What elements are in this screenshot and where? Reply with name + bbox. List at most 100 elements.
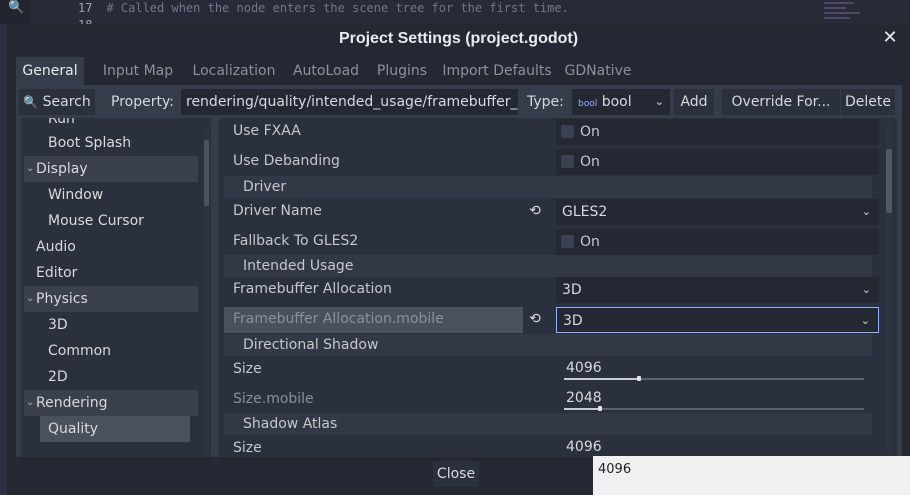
add-button[interactable]: Add [674, 89, 714, 115]
override-for-button[interactable]: Override For... [722, 89, 840, 115]
chevron-down-icon[interactable]: ⌄ [26, 286, 34, 312]
use-fxaa-checkbox[interactable]: On [556, 119, 879, 145]
property-label: Property: [111, 94, 174, 110]
tree-item-mouse-cursor[interactable]: Mouse Cursor [21, 208, 199, 234]
property-row-size-mobile: Size.mobile 2048 [224, 386, 872, 414]
search-button[interactable]: 🔍 Search [19, 89, 95, 115]
fallback-gles2-checkbox[interactable]: On [556, 229, 879, 255]
tree-item-audio[interactable]: Audio [21, 234, 199, 260]
tree-item-display[interactable]: ⌄ Display [24, 156, 198, 182]
code-comment: # Called when the node enters the scene … [106, 1, 569, 15]
type-label: Type: [527, 94, 564, 110]
select-value: GLES2 [562, 204, 608, 220]
property-row-framebuffer-allocation-mobile: Framebuffer Allocation.mobile ⟲ 3D ⌄ [224, 306, 879, 334]
property-toolbar: 🔍 Search Property: rendering/quality/int… [16, 85, 902, 118]
tree-item-3d[interactable]: 3D [21, 312, 199, 338]
atlas-size-slider[interactable]: 4096 [556, 436, 879, 457]
tooltip-text: 4096 [598, 462, 632, 477]
bool-type-icon: bool [578, 99, 598, 109]
property-name: Use Debanding [233, 153, 340, 169]
driver-name-select[interactable]: GLES2 ⌄ [556, 199, 879, 225]
slider-track[interactable] [564, 408, 864, 410]
project-settings-dialog: Project Settings (project.godot) ✕ Gener… [7, 24, 910, 495]
inspector-scrollbar-thumb[interactable] [886, 149, 892, 213]
property-row-fallback-gles2: Fallback To GLES2 On [224, 228, 879, 256]
tree-item-label: Boot Splash [48, 135, 132, 151]
chevron-down-icon: ⌄ [654, 95, 664, 108]
tab-gdnative[interactable]: GDNative [560, 57, 636, 85]
tree-item-editor[interactable]: Editor [21, 260, 199, 286]
property-name: Size [233, 361, 262, 377]
tree-item-physics[interactable]: ⌄ Physics [24, 286, 198, 312]
size-mobile-slider[interactable]: 2048 [556, 387, 879, 413]
checkbox-box[interactable] [561, 235, 574, 248]
use-debanding-checkbox[interactable]: On [556, 149, 879, 175]
tree-item-common[interactable]: Common [21, 338, 199, 364]
tree-scrollbar[interactable] [204, 128, 209, 453]
settings-section-tree: Run Boot Splash ⌄ Display Window Mouse Cu… [21, 118, 211, 457]
tree-item-label: Display [36, 161, 88, 177]
chevron-down-icon[interactable]: ⌄ [26, 390, 34, 416]
section-driver[interactable]: Driver [224, 176, 872, 198]
tree-item-label: Mouse Cursor [48, 213, 144, 229]
checkbox-label: On [580, 154, 600, 170]
size-slider[interactable]: 4096 [556, 357, 879, 383]
dialog-title: Project Settings (project.godot) [338, 30, 579, 47]
close-icon[interactable]: ✕ [880, 27, 900, 49]
tree-item-label: Physics [36, 291, 88, 307]
tree-item-label: Common [48, 343, 112, 359]
chevron-down-icon: ⌄ [860, 314, 870, 327]
tree-item-2d[interactable]: 2D [21, 364, 199, 390]
tree-item-label: Quality [48, 421, 99, 437]
close-button[interactable]: Close [433, 461, 479, 487]
revert-icon[interactable]: ⟲ [526, 201, 544, 221]
chevron-down-icon[interactable]: ⌄ [26, 156, 34, 182]
value-tooltip: 4096 [593, 456, 910, 495]
type-select-value: bool [601, 94, 632, 110]
section-title: Driver [243, 179, 287, 195]
property-row-use-fxaa: Use FXAA On [224, 118, 879, 146]
tree-item-quality[interactable]: Quality [40, 416, 190, 442]
slider-value: 4096 [566, 360, 602, 376]
section-title: Directional Shadow [243, 337, 379, 353]
delete-button[interactable]: Delete [841, 89, 895, 115]
slider-grabber[interactable] [637, 376, 641, 381]
section-intended-usage[interactable]: Intended Usage [224, 255, 872, 277]
code-minimap[interactable] [820, 0, 870, 24]
tab-autoload[interactable]: AutoLoad [288, 57, 364, 85]
framebuffer-allocation-select[interactable]: 3D ⌄ [556, 277, 879, 303]
tree-item-boot-splash[interactable]: Boot Splash [21, 130, 199, 156]
slider-grabber[interactable] [598, 406, 602, 411]
tree-item-label: Window [48, 187, 104, 203]
tab-input-map[interactable]: Input Map [94, 57, 182, 85]
section-shadow-atlas[interactable]: Shadow Atlas [224, 413, 872, 435]
checkbox-box[interactable] [561, 125, 574, 138]
tree-item-window[interactable]: Window [21, 182, 199, 208]
search-icon[interactable]: 🔍 [8, 0, 24, 15]
framebuffer-allocation-mobile-select[interactable]: 3D ⌄ [556, 307, 879, 333]
property-name: Driver Name [233, 203, 322, 219]
code-line: 17 # Called when the node enters the scen… [78, 1, 569, 15]
inspector-scrollbar[interactable] [886, 125, 892, 451]
checkbox-box[interactable] [561, 155, 574, 168]
tree-item-label: 2D [48, 369, 68, 385]
slider-value: 4096 [566, 439, 602, 455]
select-value: 3D [563, 313, 583, 329]
search-icon: 🔍 [23, 95, 39, 109]
tree-scrollbar-thumb[interactable] [204, 140, 209, 206]
tab-general[interactable]: General [16, 57, 84, 85]
tree-item-label: Rendering [36, 395, 108, 411]
tree-item-rendering[interactable]: ⌄ Rendering [24, 390, 198, 416]
checkbox-label: On [580, 234, 600, 250]
checkbox-label: On [580, 124, 600, 140]
type-select[interactable]: bool bool ⌄ [572, 89, 670, 115]
script-editor-background: 🔍 17 # Called when the node enters the sc… [0, 0, 910, 32]
tab-import-defaults[interactable]: Import Defaults [440, 57, 554, 85]
tab-localization[interactable]: Localization [186, 57, 282, 85]
property-path-input[interactable]: rendering/quality/intended_usage/framebu… [181, 89, 518, 115]
property-row-size: Size 4096 [224, 356, 872, 384]
slider-fill [564, 408, 600, 410]
tab-plugins[interactable]: Plugins [370, 57, 434, 85]
revert-icon[interactable]: ⟲ [526, 309, 544, 329]
section-directional-shadow[interactable]: Directional Shadow [224, 334, 872, 356]
